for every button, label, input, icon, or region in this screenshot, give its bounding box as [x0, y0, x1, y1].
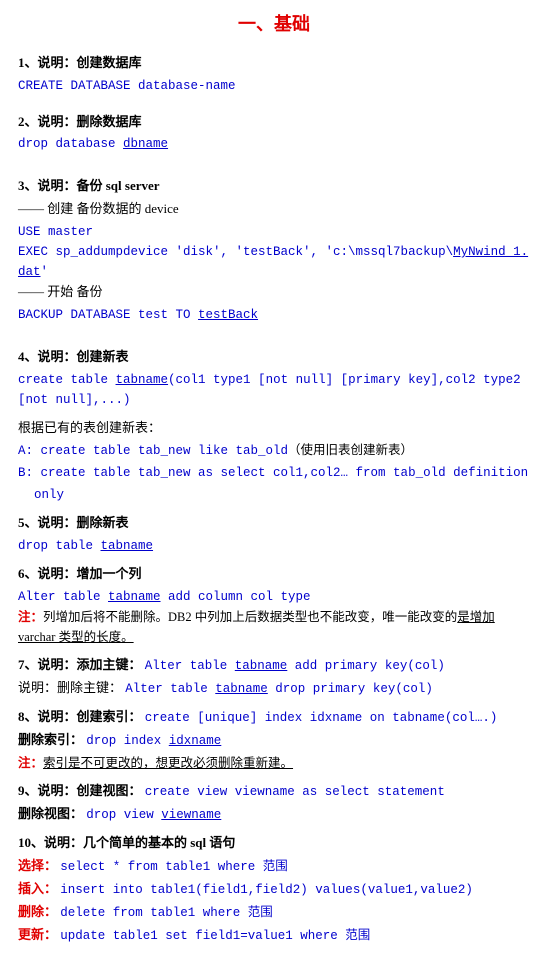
section-1-header: 1、说明：创建数据库 — [18, 53, 530, 74]
section-4-header: 4、说明：创建新表 — [18, 347, 530, 368]
section-1-code: CREATE DATABASE database-name — [18, 76, 530, 96]
section-1: 1、说明：创建数据库 CREATE DATABASE database-name — [18, 53, 530, 96]
section-6-code: Alter table tabname add column col type — [18, 587, 530, 607]
section-2: 2、说明：删除数据库 drop database dbname — [18, 112, 530, 155]
section-7: 7、说明：添加主键： Alter table tabname add prima… — [18, 655, 530, 699]
section-3-comment2: —— 开始 备份 — [18, 282, 530, 303]
section-7-sub: 说明：删除主键： Alter table tabname drop primar… — [18, 678, 530, 699]
section-3: 3、说明：备份 sql server —— 创建 备份数据的 device US… — [18, 176, 530, 324]
section-10: 10、说明：几个简单的基本的 sql 语句 选择： select * from … — [18, 833, 530, 946]
section-6-header: 6、说明：增加一个列 — [18, 564, 530, 585]
section-9-header: 9、说明：创建视图： create view viewname as selec… — [18, 781, 530, 802]
section-2-code: drop database dbname — [18, 134, 530, 154]
section-3-header: 3、说明：备份 sql server — [18, 176, 530, 197]
section-5: 5、说明：删除新表 drop table tabname — [18, 513, 530, 556]
section-3-comment1: —— 创建 备份数据的 device — [18, 199, 530, 220]
section-8-del: 删除索引： drop index idxname — [18, 730, 530, 751]
section-4-a: A: create table tab_new like tab_old（使用旧… — [18, 440, 530, 461]
section-9-del: 删除视图： drop view viewname — [18, 804, 530, 825]
section-6-note: 注：列增加后将不能删除。DB2 中列加上后数据类型也不能改变，唯一能改变的是增加… — [18, 607, 530, 647]
section-2-header: 2、说明：删除数据库 — [18, 112, 530, 133]
section-8-note: 注：索引是不可更改的，想更改必须删除重新建。 — [18, 753, 530, 773]
section-7-header: 7、说明：添加主键： Alter table tabname add prima… — [18, 655, 530, 676]
section-8: 8、说明：创建索引： create [unique] index idxname… — [18, 707, 530, 773]
section-6: 6、说明：增加一个列 Alter table tabname add colum… — [18, 564, 530, 647]
section-10-update: 更新： update table1 set field1=value1 wher… — [18, 925, 530, 946]
section-4-b2: only — [34, 485, 530, 505]
section-4-code1: create table tabname(col1 type1 [not nul… — [18, 370, 530, 390]
section-4: 4、说明：创建新表 create table tabname(col1 type… — [18, 347, 530, 506]
section-5-code: drop table tabname — [18, 536, 530, 556]
section-5-header: 5、说明：删除新表 — [18, 513, 530, 534]
section-3-code2: EXEC sp_addumpdevice 'disk', 'testBack',… — [18, 242, 530, 262]
section-3-code1: USE master — [18, 222, 530, 242]
section-10-insert: 插入： insert into table1(field1,field2) va… — [18, 879, 530, 900]
section-8-header: 8、说明：创建索引： create [unique] index idxname… — [18, 707, 530, 728]
section-4-b: B: create table tab_new as select col1,c… — [18, 463, 530, 483]
section-10-delete: 删除： delete from table1 where 范围 — [18, 902, 530, 923]
section-4-code1b: [not null],...) — [18, 390, 530, 410]
section-4-based-label: 根据已有的表创建新表： — [18, 418, 530, 439]
section-3-code3: BACKUP DATABASE test TO testBack — [18, 305, 530, 325]
section-3-code2b: dat' — [18, 262, 530, 282]
section-10-header: 10、说明：几个简单的基本的 sql 语句 — [18, 833, 530, 854]
section-10-select: 选择： select * from table1 where 范围 — [18, 856, 530, 877]
section-9: 9、说明：创建视图： create view viewname as selec… — [18, 781, 530, 825]
page-title: 一、基础 — [18, 10, 530, 39]
